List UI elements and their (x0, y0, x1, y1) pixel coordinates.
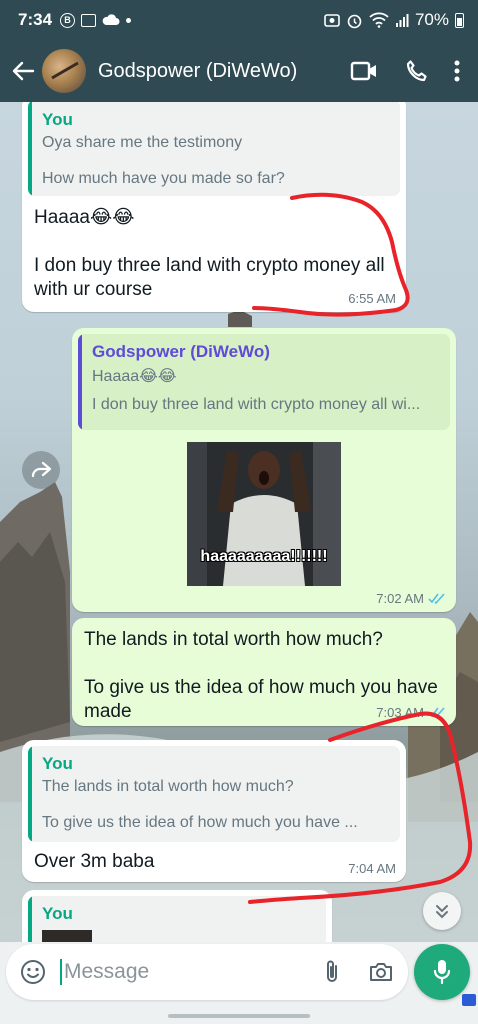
quote-line (42, 796, 390, 814)
chat-header: Godspower (DiWeWo) (0, 40, 478, 102)
more-vertical-icon[interactable] (454, 60, 460, 82)
quoted-message[interactable]: You (28, 896, 326, 942)
message-input[interactable] (64, 960, 284, 984)
back-arrow-icon (12, 61, 35, 81)
double-chevron-down-icon (436, 905, 448, 919)
quote-author: You (42, 110, 73, 129)
mic-icon (433, 960, 451, 985)
input-bar (0, 942, 478, 1024)
voice-message-button[interactable] (414, 944, 470, 1000)
chat-area[interactable]: You Oya share me the testimony How much … (0, 102, 478, 942)
quote-author: You (42, 904, 73, 923)
status-time: 7:34 (18, 10, 53, 29)
meme-sticker-image[interactable]: haaaaaaaaa!!!!!!! (187, 442, 341, 586)
floating-badge-icon (462, 994, 476, 1006)
avatar[interactable] (42, 49, 86, 93)
cloud-icon (102, 14, 120, 25)
quote-line: Haaaa😂😂 (92, 368, 177, 385)
sticker-caption: haaaaaaaaa!!!!!!! (200, 548, 328, 565)
message-time: 7:02 AM (376, 591, 424, 606)
quote-author: You (42, 754, 73, 773)
quote-line (92, 386, 440, 396)
quoted-message[interactable]: You The lands in total worth how much? T… (28, 746, 400, 842)
message-time: 7:03 AM (376, 705, 424, 720)
home-indicator[interactable] (168, 1014, 310, 1018)
contact-name[interactable]: Godspower (DiWeWo) (98, 60, 297, 83)
scroll-to-bottom-button[interactable] (423, 892, 461, 930)
gallery-icon (81, 13, 97, 27)
quote-line: I don buy three land with crypto money a… (92, 396, 421, 413)
message-bubble-incoming[interactable]: You The lands in total worth how much? T… (22, 740, 406, 882)
camera-icon[interactable] (368, 961, 394, 983)
voice-call-icon[interactable] (404, 59, 428, 83)
quote-line: How much have you made so far? (42, 170, 285, 187)
quote-line (42, 152, 390, 170)
quote-line: To give us the idea of how much you have… (42, 814, 358, 831)
quote-thumbnail (42, 930, 92, 942)
emoji-icon[interactable] (20, 959, 46, 985)
message-text: Haaaa😂😂 I don buy three land with crypto… (34, 207, 385, 300)
quote-author: Godspower (DiWeWo) (92, 342, 270, 361)
text-cursor (60, 959, 62, 985)
quoted-message[interactable]: You Oya share me the testimony How much … (28, 102, 400, 196)
status-bar: 7:34 B 70% (0, 0, 478, 40)
back-button[interactable] (6, 51, 40, 91)
notification-icons: B (60, 12, 132, 28)
message-bubble-outgoing[interactable]: The lands in total worth how much? To gi… (72, 618, 456, 726)
wifi-icon (369, 12, 389, 28)
signal-icon (395, 14, 409, 27)
battery-icon (455, 12, 464, 28)
message-bubble-incoming[interactable]: You (22, 890, 332, 942)
b-badge-icon: B (60, 12, 76, 28)
double-check-read-icon (428, 707, 445, 718)
message-composer[interactable] (6, 944, 408, 1000)
quoted-message[interactable]: Godspower (DiWeWo) Haaaa😂😂 I don buy thr… (78, 334, 450, 430)
message-bubble-incoming[interactable]: You Oya share me the testimony How much … (22, 102, 406, 312)
screenshot-icon (324, 14, 340, 27)
alarm-icon (347, 14, 362, 28)
quote-line: Oya share me the testimony (42, 134, 243, 151)
quote-line: The lands in total worth how much? (42, 778, 294, 795)
forward-icon (31, 461, 52, 478)
double-check-read-icon (428, 593, 445, 604)
forward-button[interactable] (22, 451, 60, 489)
message-text: Over 3m baba (34, 851, 155, 872)
video-call-icon[interactable] (350, 60, 378, 82)
message-time: 7:04 AM (348, 861, 396, 876)
message-time: 6:55 AM (348, 291, 396, 306)
battery-percent: 70% (414, 10, 449, 29)
attach-icon[interactable] (324, 959, 340, 985)
dot-icon (126, 17, 132, 23)
message-bubble-outgoing[interactable]: Godspower (DiWeWo) Haaaa😂😂 I don buy thr… (72, 328, 456, 612)
